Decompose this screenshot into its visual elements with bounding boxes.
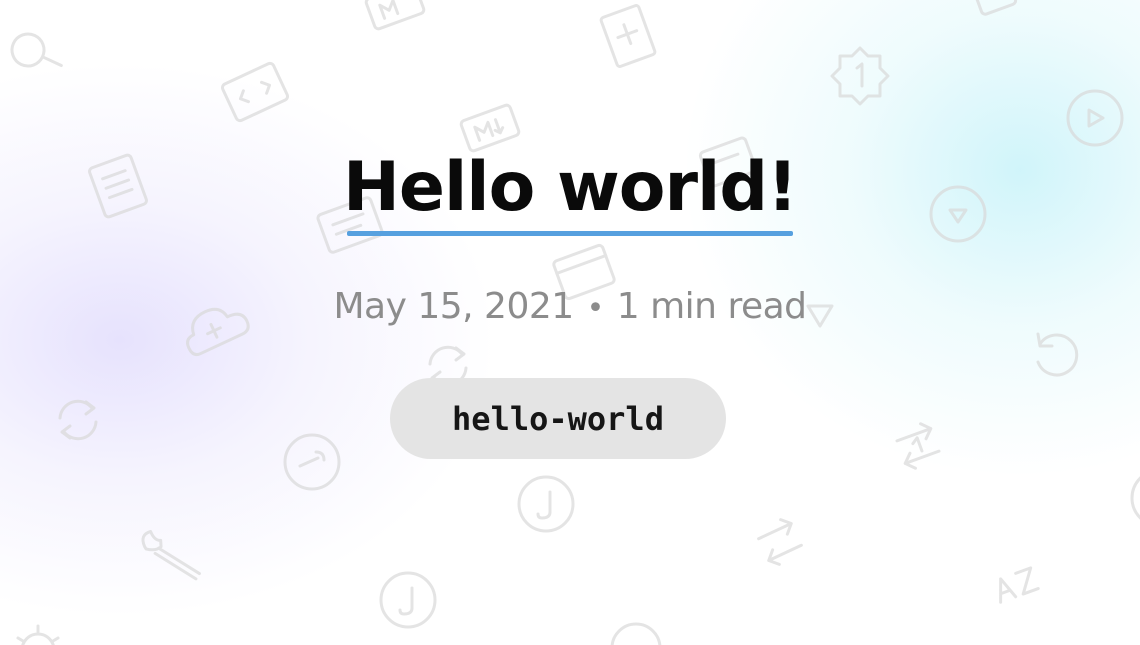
search-icon — [10, 32, 63, 68]
swap-icon — [895, 422, 941, 470]
music-icon — [379, 571, 437, 629]
post-title-text: Hello world! — [342, 148, 798, 227]
tag-label: hello-world — [452, 399, 664, 438]
music-icon — [517, 475, 575, 533]
meta-separator: • — [586, 291, 605, 326]
circle-icon — [1130, 476, 1140, 520]
undo-icon — [1036, 332, 1079, 377]
sort-az-icon — [999, 566, 1040, 604]
tag-hello-world[interactable]: hello-world — [390, 378, 726, 459]
read-time: 1 min read — [616, 286, 807, 327]
document-icon — [599, 4, 657, 68]
post-meta: May 15, 2021 • 1 min read — [0, 282, 1140, 334]
markdown-icon — [364, 0, 426, 31]
gear-icon — [16, 624, 60, 645]
post-date: May 15, 2021 — [333, 286, 574, 327]
markdown-icon — [459, 103, 521, 153]
title-underline — [347, 231, 793, 236]
circle-icon — [610, 622, 662, 645]
wrench-icon — [141, 530, 201, 581]
refresh-icon — [58, 399, 98, 441]
wrench-icon — [283, 433, 341, 491]
badge-icon — [972, 0, 1018, 16]
play-icon — [1066, 89, 1124, 147]
post-title: Hello world! — [0, 146, 1140, 230]
swap-icon — [757, 518, 803, 566]
settings-icon — [830, 46, 890, 106]
code-icon — [220, 61, 290, 123]
